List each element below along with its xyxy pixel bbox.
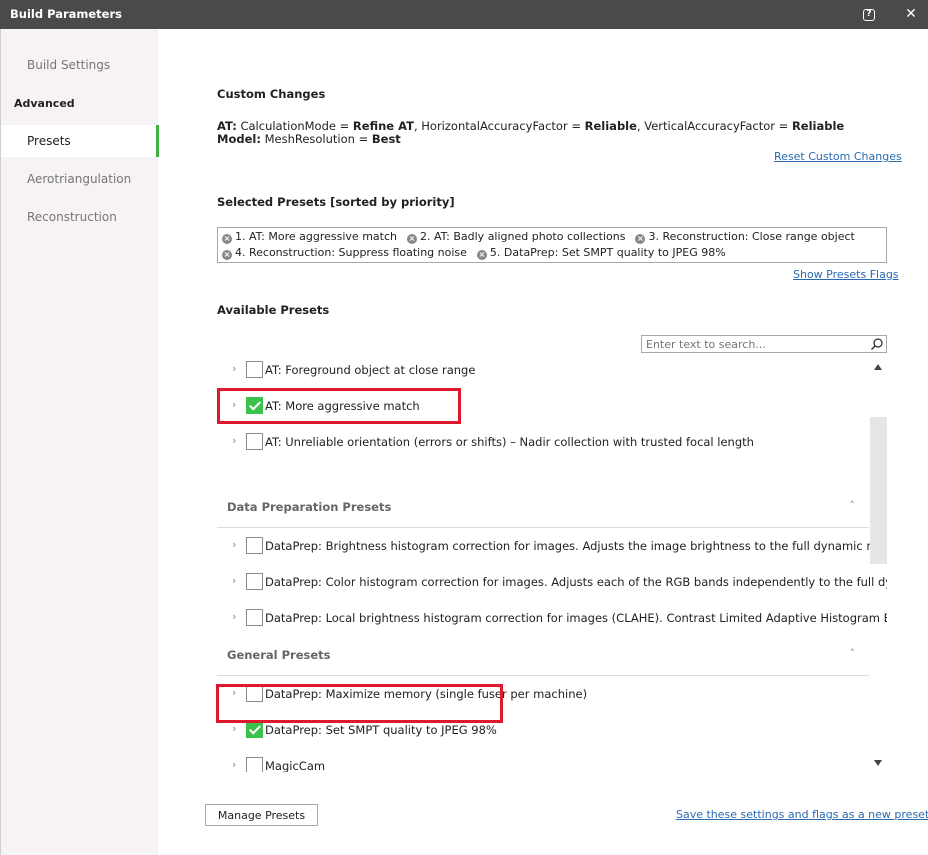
group-header-general[interactable]: General Presets ˄	[217, 636, 869, 676]
sidebar: Build Settings Advanced Presets Aerotria…	[0, 29, 159, 855]
remove-chip-icon[interactable]: ×	[222, 234, 232, 244]
at-text3: , VerticalAccuracyFactor =	[636, 119, 792, 133]
expand-chevron-icon[interactable]: ›	[232, 362, 236, 375]
preset-checkbox[interactable]	[246, 573, 263, 590]
preset-checkbox[interactable]	[246, 757, 263, 772]
search-input[interactable]	[642, 336, 862, 352]
preset-label: DataPrep: Set SMPT quality to JPEG 98%	[265, 723, 497, 737]
remove-chip-icon[interactable]: ×	[635, 234, 646, 244]
group-title: Data Preparation Presets	[227, 500, 392, 514]
selected-preset-chip: × 1. AT: More aggressive match	[222, 229, 397, 245]
manage-presets-button[interactable]: Manage Presets	[205, 804, 318, 826]
chip-label: 5. DataPrep: Set SMPT quality to JPEG 98…	[489, 246, 726, 259]
show-presets-flags-link[interactable]: Show Presets Flags	[793, 268, 899, 281]
model-prefix: Model:	[217, 132, 261, 146]
at-prefix: AT:	[217, 119, 237, 133]
remove-chip-icon[interactable]: ×	[406, 234, 417, 244]
custom-changes-title: Custom Changes	[217, 87, 326, 101]
preset-checkbox[interactable]	[246, 433, 263, 450]
list-scrollbar[interactable]	[870, 364, 887, 772]
preset-checkbox[interactable]	[246, 361, 263, 378]
preset-label: AT: Foreground object at close range	[265, 363, 476, 377]
search-icon[interactable]	[870, 337, 884, 351]
scroll-up-icon[interactable]	[874, 364, 882, 370]
expand-chevron-icon[interactable]: ›	[232, 758, 236, 771]
model-val1: Best	[371, 132, 401, 146]
remove-chip-icon[interactable]: ×	[476, 250, 487, 260]
title-bar: Build Parameters ? ✕	[0, 0, 928, 29]
preset-label: MagicCam	[265, 759, 326, 772]
scroll-thumb[interactable]	[870, 417, 887, 564]
chip-label: 3. Reconstruction: Close range object	[648, 230, 855, 243]
preset-search-field	[641, 335, 887, 353]
preset-row[interactable]: › AT: Unreliable orientation (errors or …	[217, 424, 869, 460]
selected-preset-chip: × 2. AT: Badly aligned photo collections	[406, 229, 626, 245]
preset-label: DataPrep: Color histogram correction for…	[265, 575, 887, 589]
model-text1: MeshResolution =	[260, 132, 372, 146]
collapse-icon[interactable]: ˄	[850, 499, 856, 512]
selected-presets-title: Selected Presets [sorted by priority]	[217, 195, 455, 209]
sidebar-item-presets[interactable]: Presets	[1, 125, 159, 157]
highlight-box	[217, 388, 461, 424]
help-icon[interactable]: ?	[860, 5, 878, 23]
at-val1: Refine AT	[352, 119, 414, 133]
at-val2: Reliable	[584, 119, 637, 133]
remove-chip-icon[interactable]: ×	[222, 250, 232, 260]
chip-label: 4. Reconstruction: Suppress floating noi…	[235, 246, 467, 259]
highlight-box	[216, 684, 503, 723]
custom-changes-at-line: AT: CalculationMode = Refine AT, Horizon…	[217, 119, 844, 133]
expand-chevron-icon[interactable]: ›	[232, 610, 236, 623]
preset-row[interactable]: › DataPrep: Local brightness histogram c…	[217, 600, 887, 636]
main-panel: Custom Changes AT: CalculationMode = Ref…	[158, 29, 928, 855]
selected-preset-chip: × 5. DataPrep: Set SMPT quality to JPEG 9…	[476, 245, 726, 261]
group-header-data-preparation[interactable]: Data Preparation Presets ˄	[217, 488, 869, 528]
expand-chevron-icon[interactable]: ›	[232, 538, 236, 551]
custom-changes-model-line: Model: MeshResolution = Best	[217, 132, 401, 146]
close-icon[interactable]: ✕	[902, 5, 920, 23]
sidebar-item-aerotriangulation[interactable]: Aerotriangulation	[1, 163, 159, 195]
at-text2: , HorizontalAccuracyFactor =	[413, 119, 585, 133]
selected-preset-chip: × 3. Reconstruction: Close range object	[635, 229, 855, 245]
reset-custom-changes-link[interactable]: Reset Custom Changes	[774, 150, 902, 163]
preset-row[interactable]: › AT: Foreground object at close range	[217, 352, 869, 388]
preset-checkbox[interactable]	[246, 537, 263, 554]
expand-chevron-icon[interactable]: ›	[232, 722, 236, 735]
preset-checkbox[interactable]	[246, 721, 263, 738]
preset-label: DataPrep: Local brightness histogram cor…	[265, 611, 887, 625]
available-presets-title: Available Presets	[217, 303, 330, 317]
at-text1: CalculationMode =	[236, 119, 353, 133]
preset-row[interactable]: › DataPrep: Brightness histogram correct…	[217, 528, 887, 564]
group-title: General Presets	[227, 648, 331, 662]
sidebar-header-advanced: Advanced	[14, 97, 75, 110]
sidebar-item-reconstruction[interactable]: Reconstruction	[1, 201, 159, 233]
expand-chevron-icon[interactable]: ›	[232, 434, 236, 447]
expand-chevron-icon[interactable]: ›	[232, 574, 236, 587]
preset-row[interactable]: › MagicCam	[217, 748, 869, 772]
save-as-preset-link[interactable]: Save these settings and flags as a new p…	[676, 808, 928, 821]
chip-label: 1. AT: More aggressive match	[235, 230, 397, 243]
scroll-down-icon[interactable]	[874, 760, 882, 766]
preset-label: AT: Unreliable orientation (errors or sh…	[265, 435, 754, 449]
preset-row[interactable]: › DataPrep: Color histogram correction f…	[217, 564, 887, 600]
selected-preset-chip: × 4. Reconstruction: Suppress floating no…	[222, 245, 467, 261]
preset-checkbox[interactable]	[246, 609, 263, 626]
selected-presets-box: × 1. AT: More aggressive match × 2. AT: Bad…	[217, 227, 887, 263]
preset-label: DataPrep: Brightness histogram correctio…	[265, 539, 887, 553]
collapse-icon[interactable]: ˄	[850, 647, 856, 660]
at-val3: Reliable	[791, 119, 845, 133]
window-title: Build Parameters	[10, 7, 122, 21]
sidebar-item-build-settings[interactable]: Build Settings	[1, 49, 159, 81]
chip-label: 2. AT: Badly aligned photo collections	[419, 230, 626, 243]
